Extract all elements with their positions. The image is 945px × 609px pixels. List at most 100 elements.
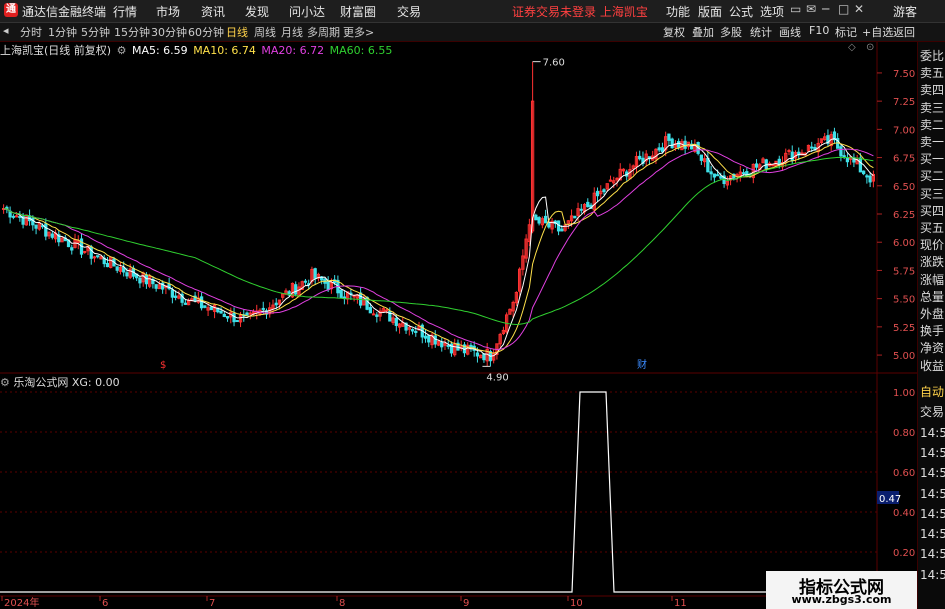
candle-body [427, 335, 431, 343]
sidebar-item[interactable]: 卖一 [920, 134, 945, 151]
candle-body [394, 317, 398, 326]
candle-body [365, 296, 369, 310]
candle-body [183, 302, 187, 305]
sidebar-lower-item[interactable]: 自动 [920, 384, 945, 401]
candle-body [699, 154, 704, 161]
candle-body [595, 190, 600, 197]
sidebar-item[interactable]: 买二 [920, 168, 945, 185]
sidebar-lower-item[interactable]: 14:56 [920, 546, 945, 563]
date-tick-label: 11 [674, 598, 687, 609]
candle-body [199, 296, 204, 309]
sidebar-item[interactable]: 买五 [920, 220, 945, 237]
candle-body [868, 175, 872, 183]
ma-line-60 [3, 156, 874, 326]
settings-icon[interactable]: ⚙ [0, 376, 10, 389]
price-tick-label: 7.00 [893, 125, 915, 136]
sidebar-item[interactable]: 现价 [920, 237, 945, 254]
ma5-label: MA5: 6.59 [131, 44, 188, 57]
sidebar-item[interactable]: 买四 [920, 203, 945, 220]
price-tick-label: 7.50 [893, 69, 915, 80]
candle-body [154, 284, 158, 289]
candle-body [50, 233, 54, 238]
sidebar-lower-item[interactable]: 14:56 [920, 526, 945, 543]
sidebar-item[interactable]: 卖五 [920, 65, 945, 82]
candle-body [170, 289, 175, 298]
candle-body [294, 284, 298, 295]
candle-body [534, 214, 538, 221]
candle-body [579, 208, 583, 211]
indicator-value: XG: 0.00 [71, 376, 120, 389]
ma-line-20 [3, 148, 874, 351]
candle-body [414, 330, 418, 333]
xg-signal-line [0, 391, 877, 593]
candle-body [34, 224, 38, 229]
ma-line-5 [3, 138, 874, 357]
candle-body [790, 151, 794, 162]
chart-option-icon: ⊙ [866, 42, 874, 53]
event-marker: 财 [637, 358, 647, 371]
price-tick-label: 6.50 [893, 182, 915, 193]
sidebar-item[interactable]: 卖四 [920, 82, 945, 99]
sidebar-item[interactable]: 总量 [920, 289, 945, 306]
sidebar-item[interactable]: 买三 [920, 186, 945, 203]
candle-body [475, 352, 480, 357]
candle-body [105, 262, 110, 268]
candle-body [810, 146, 814, 149]
date-tick-label: 2024年 [4, 596, 39, 609]
sidebar-item[interactable]: 卖二 [920, 117, 945, 134]
ma-line-10 [3, 142, 874, 354]
date-tick-label: 6 [102, 598, 108, 609]
sidebar-lower-item[interactable]: 14:56 [920, 567, 945, 584]
chart-option-icon: ◇ [848, 42, 856, 53]
candle-body [839, 146, 843, 157]
candle-body [173, 295, 178, 298]
sidebar-item[interactable]: 收益 [920, 358, 945, 375]
settings-icon[interactable]: ⚙ [117, 44, 127, 57]
candle-body [433, 335, 437, 345]
candle-body [865, 175, 869, 178]
candle-body [660, 147, 665, 153]
candle-body [14, 215, 19, 218]
sidebar-item[interactable]: 卖三 [920, 100, 945, 117]
sidebar-item[interactable]: 委比 [920, 48, 945, 65]
indicator-name: 乐淘公式网 [13, 376, 69, 389]
candle-body [235, 320, 239, 323]
candle-body [225, 316, 230, 319]
candle-body [222, 313, 226, 318]
sidebar-lower-item[interactable]: 14:56 [920, 486, 945, 503]
candle-body [741, 172, 746, 175]
candle-body [602, 189, 606, 193]
sidebar-lower-item[interactable]: 14:56 [920, 425, 945, 442]
sidebar-item[interactable]: 净资 [920, 340, 945, 357]
candle-body [384, 309, 389, 312]
candle-body [96, 255, 100, 258]
candle-body [482, 353, 486, 361]
candle-body [326, 281, 330, 291]
kline-chart[interactable]: 7.50 7.25 7.00 6.75 6.50 6.25 6.00 5.75 5.50 5.25… [0, 0, 945, 609]
sidebar-lower-item[interactable]: 14:56 [920, 506, 945, 523]
candle-body [371, 313, 376, 316]
candle-body [232, 312, 236, 323]
candle-body [11, 215, 15, 218]
candle-body [547, 222, 551, 228]
sidebar-item[interactable]: 涨幅 [920, 272, 945, 289]
sidebar-item[interactable]: 外盘 [920, 306, 945, 323]
indicator-tick-label: 0.60 [893, 468, 915, 479]
candle-body [410, 329, 415, 332]
sidebar-item[interactable]: 涨跌 [920, 254, 945, 271]
ma20-label: MA20: 6.72 [261, 44, 325, 57]
sidebar-item[interactable]: 买一 [920, 151, 945, 168]
candle-body [667, 133, 671, 141]
sidebar-item[interactable]: 换手 [920, 323, 945, 340]
watermark: 指标公式网 www.zbgs3.com [766, 571, 917, 609]
candle-body [787, 150, 791, 153]
price-tick-label: 5.50 [893, 295, 915, 306]
candle-body [144, 274, 149, 285]
candle-body [313, 268, 317, 279]
sidebar-lower-item[interactable]: 交易 [920, 404, 945, 421]
candle-body [677, 141, 681, 148]
candle-body [92, 256, 97, 259]
low-label: 4.90 [486, 372, 508, 383]
sidebar-lower-item[interactable]: 14:56 [920, 445, 945, 462]
sidebar-lower-item[interactable]: 14:56 [920, 465, 945, 482]
